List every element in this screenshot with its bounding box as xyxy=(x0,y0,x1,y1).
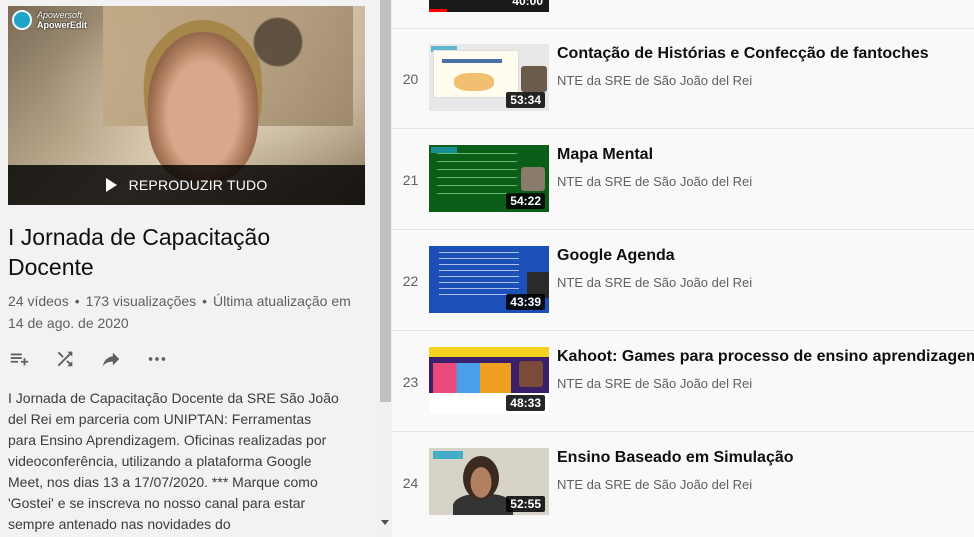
view-count: 173 visualizações xyxy=(85,293,197,309)
share-button[interactable] xyxy=(100,348,122,370)
page: Apowersoft ApowerEdit REPRODUZIR TUDO I … xyxy=(0,0,974,537)
watermark-logo: Apowersoft ApowerEdit xyxy=(12,10,87,30)
add-to-queue-button[interactable] xyxy=(8,348,30,370)
playlist-video-list: 40:00 20 53:34 Contação de Histórias e C… xyxy=(392,0,974,537)
watermark-line1: Apowersoft xyxy=(37,10,83,20)
item-index: 23 xyxy=(402,374,419,390)
watch-progress-bar xyxy=(429,9,447,12)
video-thumbnail[interactable]: 54:22 xyxy=(429,145,549,212)
video-thumbnail[interactable]: 53:34 xyxy=(429,44,549,111)
item-index: 20 xyxy=(402,71,419,87)
apowersoft-logo-icon xyxy=(12,10,32,30)
video-title[interactable]: Google Agenda xyxy=(557,247,675,265)
video-duration: 52:55 xyxy=(506,496,545,512)
item-index: 24 xyxy=(402,475,419,491)
playlist-item-23[interactable]: 23 48:33 Kahoot: Games para processo de … xyxy=(392,332,974,433)
playlist-thumbnail[interactable]: Apowersoft ApowerEdit REPRODUZIR TUDO xyxy=(8,6,365,205)
video-thumbnail[interactable]: 52:55 xyxy=(429,448,549,515)
add-to-queue-icon xyxy=(10,353,29,366)
share-icon xyxy=(102,352,120,367)
playlist-title: I Jornada de Capacitação Docente xyxy=(8,224,271,280)
channel-name[interactable]: NTE da SRE de São João del Rei xyxy=(557,73,752,88)
previous-video-thumbnail[interactable]: 40:00 xyxy=(429,0,549,12)
playlist-item-20[interactable]: 20 53:34 Contação de Histórias e Confecç… xyxy=(392,29,974,130)
playlist-item-21[interactable]: 21 54:22 Mapa Mental NTE da SRE de São J… xyxy=(392,130,974,231)
channel-name[interactable]: NTE da SRE de São João del Rei xyxy=(557,275,752,290)
video-title[interactable]: Ensino Baseado em Simulação xyxy=(557,449,794,467)
playlist-actions xyxy=(8,348,168,370)
previous-video-duration: 40:00 xyxy=(512,0,543,8)
channel-name[interactable]: NTE da SRE de São João del Rei xyxy=(557,174,752,189)
playlist-item-22[interactable]: 22 43:39 Google Agenda NTE da SRE de São… xyxy=(392,231,974,332)
playlist-sidebar: Apowersoft ApowerEdit REPRODUZIR TUDO I … xyxy=(0,0,378,537)
more-options-button[interactable] xyxy=(146,348,168,370)
video-duration: 48:33 xyxy=(506,395,545,411)
video-title[interactable]: Contação de Histórias e Confecção de fan… xyxy=(557,45,929,63)
video-title[interactable]: Mapa Mental xyxy=(557,146,653,164)
playlist-item-24[interactable]: 24 52:55 Ensino Baseado em Simulação NTE… xyxy=(392,433,974,534)
channel-name[interactable]: NTE da SRE de São João del Rei xyxy=(557,477,752,492)
video-duration: 54:22 xyxy=(506,193,545,209)
item-index: 22 xyxy=(402,273,419,289)
video-duration: 53:34 xyxy=(506,92,545,108)
scroll-down-arrow-icon[interactable] xyxy=(381,520,389,525)
channel-name[interactable]: NTE da SRE de São João del Rei xyxy=(557,376,752,391)
video-thumbnail[interactable]: 43:39 xyxy=(429,246,549,313)
video-count: 24 vídeos xyxy=(8,293,69,309)
playlist-stats: 24 vídeos • 173 visualizações • Última atual… xyxy=(8,293,351,331)
play-icon xyxy=(105,178,117,192)
shuffle-button[interactable] xyxy=(54,348,76,370)
video-duration: 43:39 xyxy=(506,294,545,310)
play-all-button[interactable]: REPRODUZIR TUDO xyxy=(8,165,365,205)
playlist-description: I Jornada de Capacitação Docente da SRE … xyxy=(8,390,339,532)
more-icon xyxy=(148,357,166,361)
item-index: 21 xyxy=(402,172,419,188)
shuffle-icon xyxy=(57,351,73,367)
scrollbar-thumb[interactable] xyxy=(380,0,391,402)
video-thumbnail[interactable]: 48:33 xyxy=(429,347,549,414)
video-title[interactable]: Kahoot: Games para processo de ensino ap… xyxy=(557,348,974,366)
play-all-label: REPRODUZIR TUDO xyxy=(128,177,268,193)
watermark-line2: ApowerEdit xyxy=(37,20,88,30)
